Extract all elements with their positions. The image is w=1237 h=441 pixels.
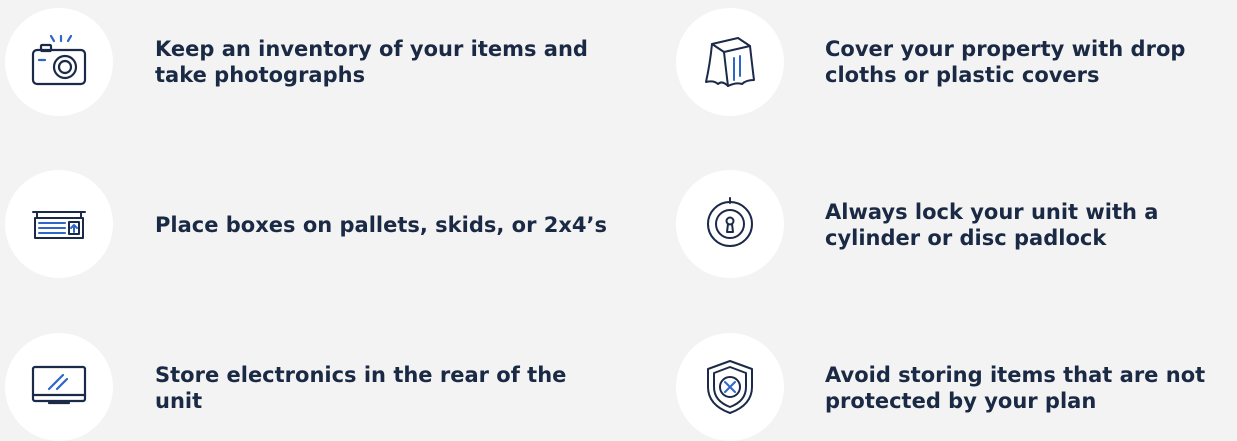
padlock-icon xyxy=(676,170,784,278)
tip-text: Store electronics in the rear of the uni… xyxy=(155,363,567,413)
shield-x-icon xyxy=(676,333,784,441)
tip-text: Place boxes on pallets, skids, or 2x4’s xyxy=(155,213,608,237)
tip-text: Always lock your unit with a cylinder or… xyxy=(825,200,1159,250)
drop-cloth-icon xyxy=(676,8,784,116)
tip-text: Avoid storing items that are not protect… xyxy=(825,363,1206,413)
monitor-icon xyxy=(5,333,113,441)
camera-icon xyxy=(5,8,113,116)
tip-text: Cover your property with drop cloths or … xyxy=(825,37,1186,87)
tip-text: Keep an inventory of your items and take… xyxy=(155,37,588,87)
pallet-icon xyxy=(5,170,113,278)
